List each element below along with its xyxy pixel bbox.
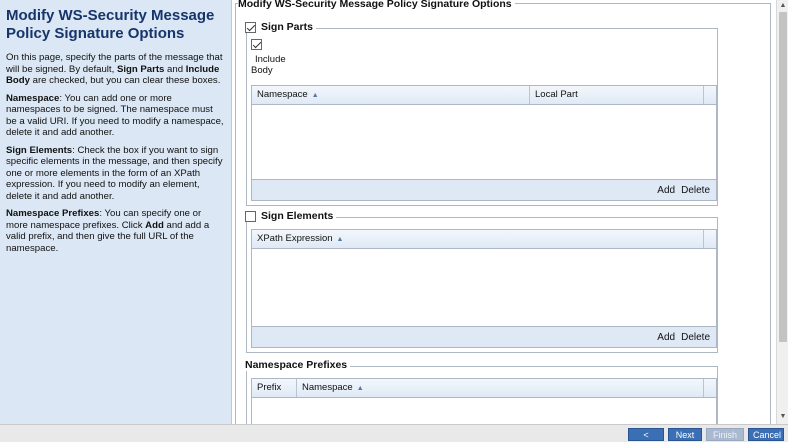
- add-namespace-button[interactable]: Add: [657, 185, 675, 196]
- sign-parts-checkbox[interactable]: [245, 21, 256, 33]
- xpath-grid: XPath Expression ▲ Add Delete: [251, 229, 717, 348]
- help-namespace: Namespace: You can add one or more names…: [6, 93, 225, 139]
- cancel-button[interactable]: Cancel: [748, 428, 784, 441]
- sign-parts-group: Sign Parts Include Body Namespace ▲ Local…: [245, 21, 718, 206]
- column-namespace[interactable]: Namespace ▲: [252, 86, 530, 104]
- sort-ascending-icon: ▲: [336, 236, 344, 243]
- include-body-label-line1: Include: [255, 54, 286, 65]
- help-intro-text-c: and: [164, 63, 186, 75]
- prefix-grid: Prefix Namespace ▲: [251, 378, 717, 424]
- vertical-scrollbar[interactable]: ▲ ▼: [776, 0, 788, 424]
- include-body-label-line2: Body: [251, 65, 273, 76]
- column-prefix-label: Prefix: [257, 382, 282, 393]
- sign-elements-group: Sign Elements XPath Expression ▲ Add Delet…: [245, 210, 718, 353]
- help-intro: On this page, specify the parts of the m…: [6, 52, 225, 87]
- help-sign-elements-term: Sign Elements: [6, 144, 73, 156]
- column-prefix-namespace[interactable]: Namespace ▲: [297, 379, 704, 397]
- sign-parts-legend: Sign Parts: [245, 21, 316, 33]
- wizard-button-bar: < Back Next > Finish > Cancel: [0, 424, 788, 442]
- help-intro-text-d: are checked, but you can clear these box…: [29, 75, 221, 86]
- namespace-grid: Namespace ▲ Local Part Add Delete: [251, 85, 717, 201]
- column-prefix[interactable]: Prefix: [252, 379, 297, 397]
- delete-namespace-button[interactable]: Delete: [681, 185, 710, 196]
- help-namespace-prefixes-term: Namespace Prefixes: [6, 208, 100, 219]
- back-button[interactable]: < Back: [628, 428, 664, 441]
- namespace-grid-toolbar: Add Delete: [252, 179, 716, 200]
- chevron-down-icon[interactable]: ▼: [777, 411, 788, 423]
- xpath-grid-toolbar: Add Delete: [252, 326, 716, 347]
- signature-options-fieldset: Modify WS-Security Message Policy Signat…: [235, 0, 771, 424]
- help-title: Modify WS-Security Message Policy Signat…: [6, 7, 215, 42]
- namespace-grid-header: Namespace ▲ Local Part: [252, 86, 716, 105]
- namespace-prefixes-label: Namespace Prefixes: [245, 359, 348, 371]
- include-body: Include Body: [251, 39, 286, 76]
- namespace-prefixes-legend: Namespace Prefixes: [245, 359, 351, 371]
- namespace-prefixes-group: Namespace Prefixes Prefix Namespace ▲: [245, 359, 718, 424]
- next-button[interactable]: Next >: [668, 428, 702, 441]
- delete-xpath-button[interactable]: Delete: [681, 332, 710, 343]
- chevron-up-icon[interactable]: ▲: [777, 0, 788, 12]
- column-local-part[interactable]: Local Part: [530, 86, 704, 104]
- column-xpath-expression[interactable]: XPath Expression ▲: [252, 230, 704, 248]
- column-spacer: [704, 230, 716, 248]
- column-prefix-namespace-label: Namespace: [302, 382, 353, 393]
- signature-options-legend: Modify WS-Security Message Policy Signat…: [238, 0, 515, 10]
- help-panel: Modify WS-Security Message Policy Signat…: [0, 0, 232, 424]
- prefix-grid-header: Prefix Namespace ▲: [252, 379, 716, 398]
- column-spacer: [704, 379, 716, 397]
- column-spacer: [704, 86, 716, 104]
- sign-elements-checkbox[interactable]: [245, 210, 256, 222]
- column-namespace-label: Namespace: [257, 89, 308, 100]
- column-local-part-label: Local Part: [535, 89, 578, 100]
- sign-elements-label: Sign Elements: [261, 210, 334, 222]
- help-sign-elements: Sign Elements: Check the box if you want…: [6, 145, 225, 203]
- add-xpath-button[interactable]: Add: [657, 332, 675, 343]
- main-content: Modify WS-Security Message Policy Signat…: [232, 0, 776, 424]
- help-add-term: Add: [145, 219, 164, 231]
- sort-ascending-icon: ▲: [311, 92, 319, 99]
- help-namespace-term: Namespace: [6, 92, 60, 104]
- sign-elements-legend: Sign Elements: [245, 210, 337, 222]
- include-body-checkbox[interactable]: [251, 39, 262, 50]
- finish-button: Finish >: [706, 428, 744, 441]
- help-namespace-prefixes: Namespace Prefixes: You can specify one …: [6, 208, 225, 254]
- column-xpath-expression-label: XPath Expression: [257, 233, 333, 244]
- help-intro-term-sign-parts: Sign Parts: [116, 63, 165, 75]
- scroll-thumb[interactable]: [779, 12, 787, 342]
- sign-parts-label: Sign Parts: [261, 21, 313, 33]
- sort-ascending-icon: ▲: [356, 385, 364, 392]
- xpath-grid-header: XPath Expression ▲: [252, 230, 716, 249]
